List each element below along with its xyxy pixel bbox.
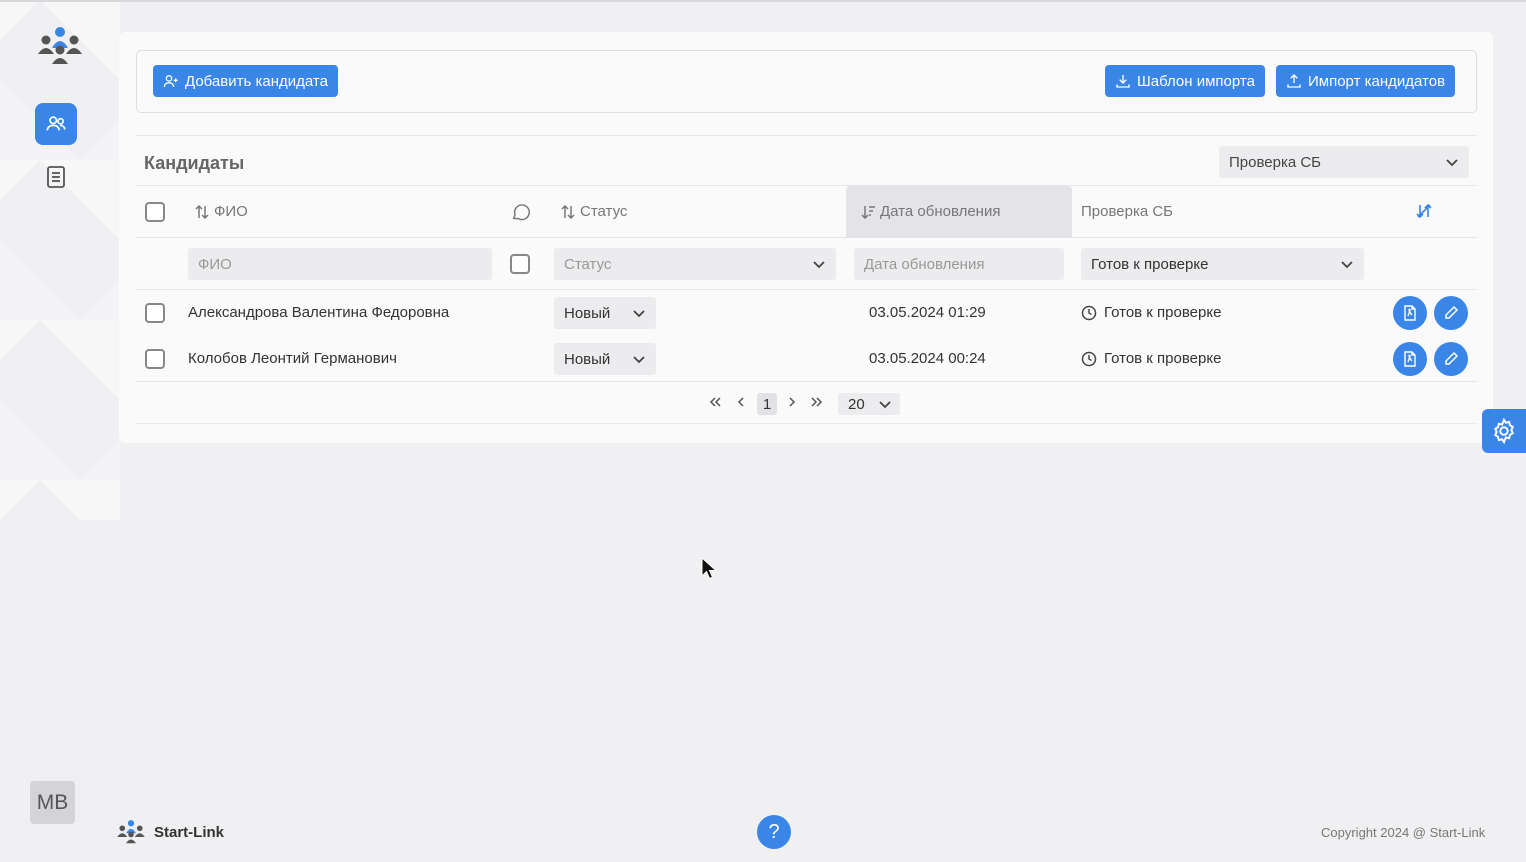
chevron-down-icon — [879, 401, 891, 409]
first-page-icon[interactable] — [708, 395, 722, 409]
updated-filter-input[interactable]: Дата обновления — [854, 248, 1064, 280]
name-filter-placeholder: ФИО — [198, 255, 232, 273]
document-icon — [47, 166, 65, 188]
check-status-label: Готов к проверке — [1104, 350, 1222, 367]
prev-page-icon[interactable] — [736, 395, 746, 409]
sort-icon — [561, 204, 575, 219]
updated-filter-placeholder: Дата обновления — [864, 255, 985, 273]
status-select[interactable]: Новый — [554, 343, 657, 375]
status-filter-select[interactable]: Статус — [554, 248, 836, 280]
column-updated-label: Дата обновления — [880, 203, 1001, 220]
clock-icon — [1081, 305, 1097, 320]
column-updated[interactable]: Дата обновления — [860, 203, 1000, 220]
page-size-value: 20 — [848, 395, 865, 413]
import-candidates-button[interactable]: Импорт кандидатов — [1276, 65, 1456, 97]
check-filter-value: Готов к проверке — [1091, 255, 1209, 273]
edit-button[interactable] — [1434, 342, 1468, 376]
last-page-icon[interactable] — [810, 395, 824, 409]
add-user-icon — [163, 75, 178, 88]
table-row[interactable]: Колобов Леонтий Германович Новый 03.05.2… — [136, 336, 1477, 382]
check-status: Готов к проверке — [1081, 350, 1221, 367]
candidates-nav-button[interactable] — [35, 103, 77, 145]
footer-logo-icon — [116, 817, 146, 847]
chevron-down-icon — [633, 310, 645, 318]
check-status-label: Готов к проверке — [1104, 304, 1222, 321]
column-status-label: Статус — [580, 203, 628, 220]
page-size-select[interactable]: 20 — [838, 393, 900, 415]
users-icon — [46, 116, 66, 131]
upload-icon — [1287, 74, 1301, 88]
section-header: Кандидаты Проверка СБ — [136, 135, 1477, 185]
mouse-cursor-icon — [701, 556, 718, 585]
sidebar: MB — [0, 0, 112, 862]
row-checkbox[interactable] — [145, 349, 165, 369]
name-filter-input[interactable]: ФИО — [188, 248, 492, 280]
column-name-label: ФИО — [214, 203, 248, 220]
pagination: 1 20 — [136, 382, 1477, 424]
chevron-down-icon — [1341, 261, 1353, 269]
settings-button[interactable] — [1482, 409, 1526, 453]
current-page[interactable]: 1 — [757, 393, 777, 415]
download-icon — [1116, 75, 1130, 88]
filter-row: ФИО Статус Дата обновления Готов к прове… — [136, 238, 1477, 290]
column-check-label: Проверка СБ — [1081, 203, 1174, 220]
main-card: Добавить кандидата Шаблон импорта Импорт… — [119, 32, 1493, 443]
gear-icon — [1493, 417, 1515, 445]
documents-nav-button[interactable] — [35, 156, 77, 198]
help-button[interactable]: ? — [757, 815, 791, 849]
status-value: Новый — [564, 350, 611, 368]
toolbar: Добавить кандидата Шаблон импорта Импорт… — [136, 50, 1477, 113]
app-logo-icon[interactable] — [36, 26, 84, 66]
edit-button[interactable] — [1434, 296, 1468, 330]
status-filter-placeholder: Статус — [564, 255, 612, 273]
footer-brand: Start-Link — [154, 824, 225, 841]
candidate-name[interactable]: Колобов Леонтий Германович — [188, 350, 397, 367]
check-filter-select[interactable]: Готов к проверке — [1081, 248, 1364, 280]
status-select[interactable]: Новый — [554, 297, 657, 329]
import-candidates-label: Импорт кандидатов — [1308, 72, 1446, 90]
column-name[interactable]: ФИО — [194, 203, 248, 220]
pdf-file-icon — [1404, 351, 1416, 367]
table-row[interactable]: Александрова Валентина Федоровна Новый 0… — [136, 290, 1477, 336]
updated-date: 03.05.2024 00:24 — [869, 350, 986, 367]
sort-icon — [195, 204, 209, 219]
updated-date: 03.05.2024 01:29 — [869, 304, 986, 321]
column-status[interactable]: Статус — [560, 203, 627, 220]
sort-desc-icon — [861, 205, 875, 219]
next-page-icon[interactable] — [787, 395, 797, 409]
pdf-button[interactable] — [1393, 342, 1427, 376]
add-candidate-button[interactable]: Добавить кандидата — [153, 65, 338, 97]
pdf-button[interactable] — [1393, 296, 1427, 330]
candidate-name[interactable]: Александрова Валентина Федоровна — [188, 304, 449, 321]
view-select-value: Проверка СБ — [1229, 153, 1322, 171]
pencil-icon — [1445, 351, 1459, 365]
user-avatar[interactable]: MB — [30, 781, 75, 824]
comment-filter-checkbox[interactable] — [510, 254, 530, 274]
view-select[interactable]: Проверка СБ — [1219, 146, 1469, 178]
chevron-down-icon — [633, 356, 645, 364]
status-value: Новый — [564, 304, 611, 322]
clock-icon — [1081, 351, 1097, 366]
chevron-down-icon — [1446, 159, 1458, 167]
top-border — [0, 0, 1526, 2]
chevron-down-icon — [813, 261, 825, 269]
pdf-file-icon — [1404, 305, 1416, 321]
table-header: ФИО Статус Дата обновления Проверка СБ — [136, 185, 1477, 238]
column-check[interactable]: Проверка СБ — [1081, 203, 1173, 220]
section-title: Кандидаты — [144, 153, 245, 173]
clear-filters-icon[interactable] — [1416, 203, 1432, 219]
row-checkbox[interactable] — [145, 303, 165, 323]
import-template-button[interactable]: Шаблон импорта — [1105, 65, 1265, 97]
pencil-icon — [1445, 305, 1459, 319]
check-status: Готов к проверке — [1081, 304, 1221, 321]
comment-icon[interactable] — [510, 201, 532, 223]
copyright-text: Copyright 2024 @ Start-Link — [1321, 825, 1486, 840]
import-template-label: Шаблон импорта — [1137, 72, 1255, 90]
add-candidate-label: Добавить кандидата — [185, 72, 328, 90]
select-all-checkbox[interactable] — [145, 202, 165, 222]
